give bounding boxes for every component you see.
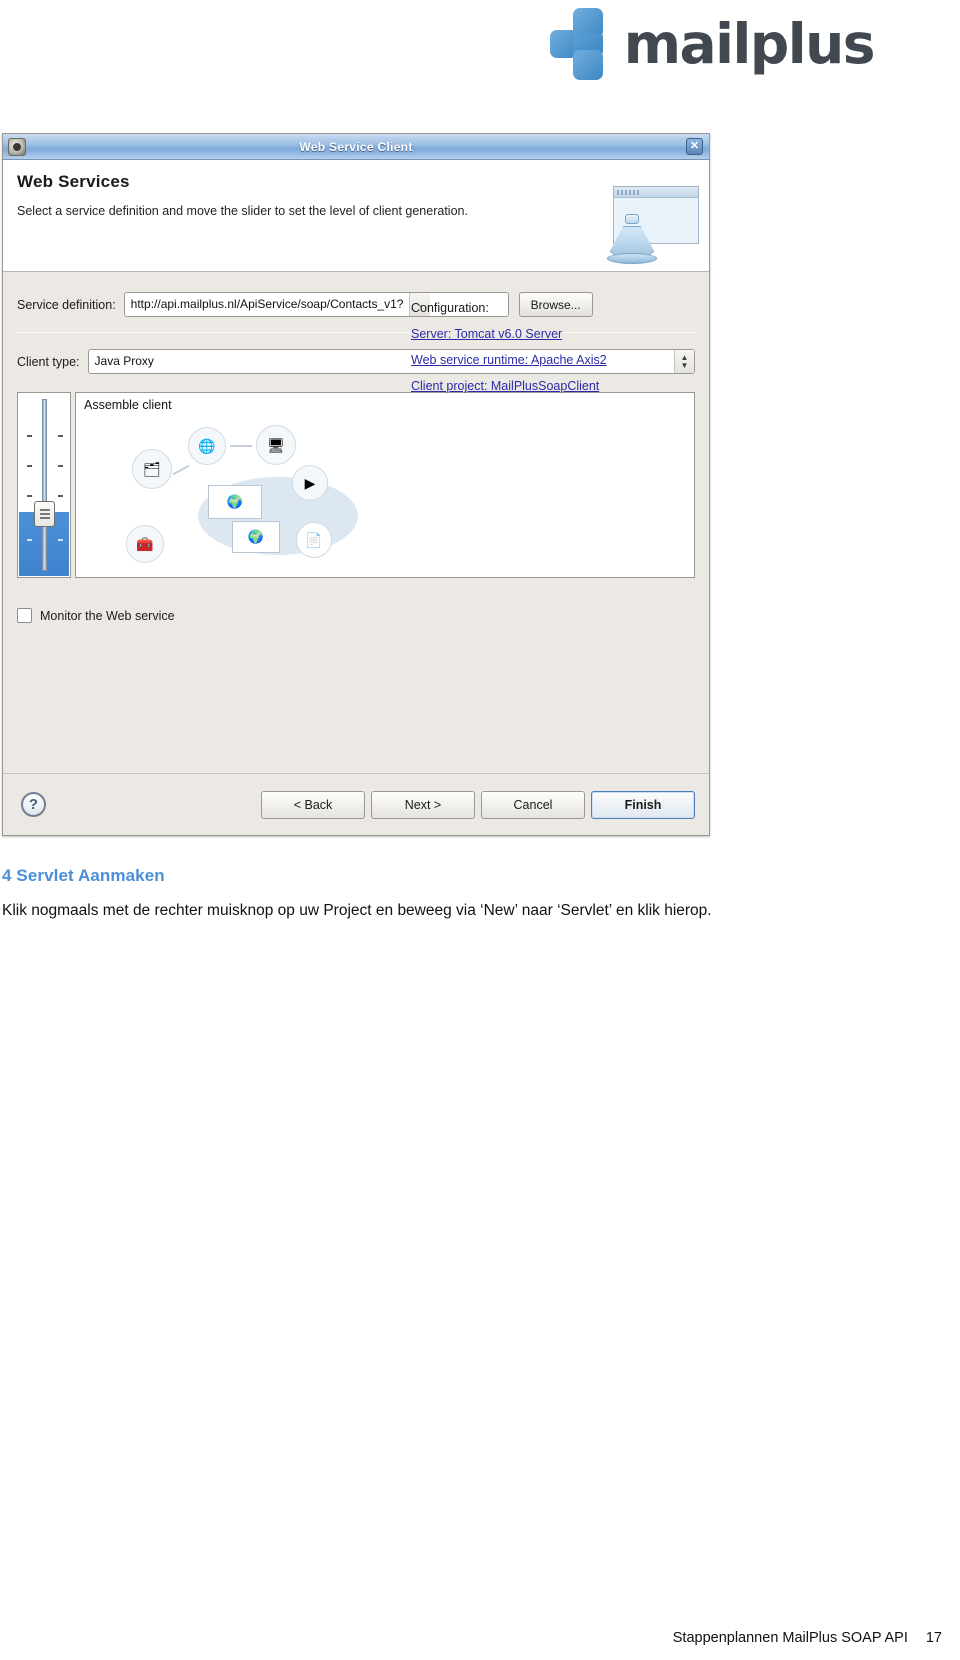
monitor-web-service-label: Monitor the Web service [40,608,175,623]
mailplus-logo-mark-icon [549,8,610,80]
spinner-down-icon[interactable]: ▼ [681,361,689,370]
application-icon [8,137,26,156]
diagram-node-toolbox-icon: 🧰 [126,525,164,563]
back-button[interactable]: < Back [261,790,365,819]
footer-title: Stappenplannen MailPlus SOAP API [672,1630,908,1646]
wizard-button-group: < Back Next > Cancel Finish [261,790,695,819]
section-paragraph: Klik nogmaals met de rechter muisknop op… [2,902,712,919]
monitor-web-service-checkbox[interactable] [17,608,32,623]
web-service-client-dialog: Web Service Client ✕ Web Services Select… [2,133,710,836]
cancel-button[interactable]: Cancel [481,790,585,819]
slider-thumb[interactable] [34,501,55,527]
diagram-card-secondary: 🌍 [232,521,280,553]
next-button[interactable]: Next > [371,790,475,819]
client-type-label: Client type: [17,354,80,369]
wizard-body: Service definition: http://api.mailplus.… [3,272,709,792]
mailplus-logo: mailplus [549,8,876,80]
diagram-node-screen-icon: 🖥 [256,425,296,465]
diagram-node-play-icon: ▶ [292,465,328,501]
wizard-header: Web Services Select a service definition… [3,160,709,272]
diagram-card-primary: 🌍 [208,485,262,519]
client-generation-slider[interactable] [17,392,71,578]
page-title: Web Services [17,172,130,191]
config-link-server[interactable]: Server: Tomcat v6.0 Server [411,327,607,341]
wizard-footer: ? < Back Next > Cancel Finish [3,773,709,835]
diagram-node-table-icon: 🗂 [132,449,172,489]
page-footer: Stappenplannen MailPlus SOAP API 17 [673,1630,942,1646]
mailplus-logo-text: mailplus [623,11,876,76]
diagram-node-doc-icon: 📄 [296,522,332,558]
monitor-web-service-row[interactable]: Monitor the Web service [17,608,695,623]
dialog-title: Web Service Client [299,139,413,154]
spinner-arrows-icon[interactable]: ▲ ▼ [674,350,694,373]
help-icon[interactable]: ? [21,792,46,817]
page-number: 17 [925,1630,942,1646]
dialog-titlebar: Web Service Client ✕ [3,134,709,160]
section-heading: 4 Servlet Aanmaken [2,866,165,885]
slider-track[interactable] [42,399,47,571]
close-icon[interactable]: ✕ [686,138,703,155]
page-description: Select a service definition and move the… [17,204,468,218]
assemble-client-panel: Assemble client 🌐 🖥 ▶ 📄 🗂 🧰 🌍 🌍 [75,392,695,578]
diagram-node-globe-icon: 🌐 [188,427,226,465]
configuration-section: Configuration: Server: Tomcat v6.0 Serve… [411,301,607,407]
assemble-client-diagram: 🌐 🖥 ▶ 📄 🗂 🧰 🌍 🌍 [80,417,690,573]
service-definition-label: Service definition: [17,297,116,312]
config-link-runtime[interactable]: Web service runtime: Apache Axis2 [411,354,607,367]
finish-button[interactable]: Finish [591,790,695,819]
web-service-banner-icon [603,186,699,266]
configuration-title: Configuration: [411,301,489,315]
service-definition-value[interactable]: http://api.mailplus.nl/ApiService/soap/C… [125,293,410,316]
config-link-client-project[interactable]: Client project: MailPlusSoapClient [411,380,607,393]
assemble-row: Assemble client 🌐 🖥 ▶ 📄 🗂 🧰 🌍 🌍 Configur… [17,301,695,578]
